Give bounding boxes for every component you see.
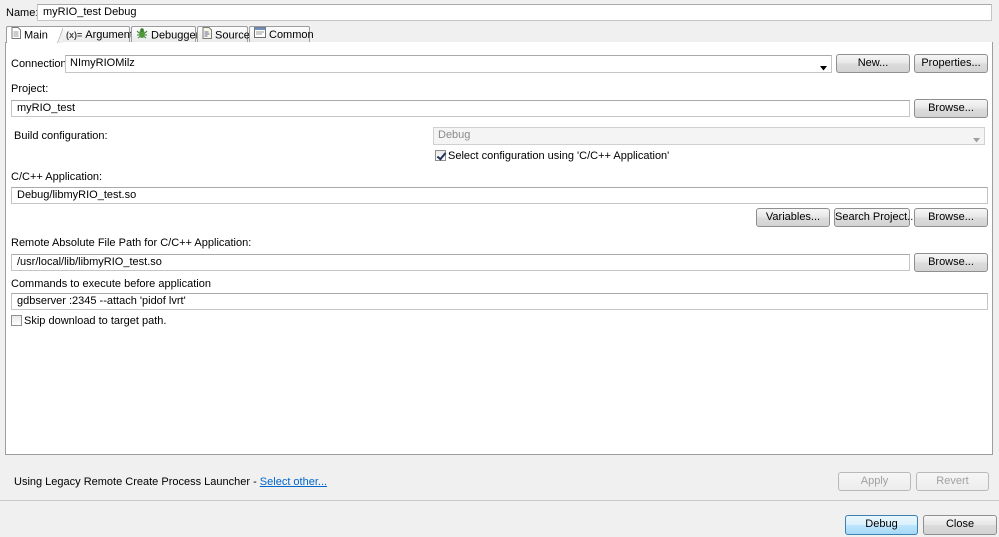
apply-button[interactable]: Apply bbox=[838, 472, 911, 491]
build-config-select[interactable]: Debug bbox=[433, 127, 985, 145]
build-config-label: Build configuration: bbox=[14, 130, 108, 142]
app-browse-button[interactable]: Browse... bbox=[914, 208, 988, 227]
launcher-text: Using Legacy Remote Create Process Launc… bbox=[14, 475, 327, 489]
select-other-link[interactable]: Select other... bbox=[260, 476, 327, 488]
common-icon bbox=[254, 27, 266, 43]
tab-main[interactable]: Main bbox=[6, 26, 60, 43]
name-label: Name: bbox=[6, 7, 39, 19]
chevron-down-icon bbox=[820, 61, 827, 72]
remote-path-label: Remote Absolute File Path for C/C++ Appl… bbox=[11, 237, 252, 249]
project-browse-button[interactable]: Browse... bbox=[914, 99, 988, 118]
project-label: Project: bbox=[11, 83, 49, 95]
commands-input[interactable]: gdbserver :2345 --attach 'pidof lvrt' bbox=[11, 293, 988, 310]
revert-button[interactable]: Revert bbox=[916, 472, 989, 491]
properties-button[interactable]: Properties... bbox=[914, 54, 988, 73]
connection-label: Connection: bbox=[11, 58, 70, 70]
skip-download-label: Skip download to target path. bbox=[24, 315, 167, 327]
app-label: C/C++ Application: bbox=[11, 171, 103, 183]
footer-divider bbox=[0, 500, 999, 501]
main-doc-icon bbox=[11, 27, 21, 44]
search-project-button[interactable]: Search Project... bbox=[834, 208, 916, 227]
project-input[interactable]: myRIO_test bbox=[11, 100, 910, 117]
select-config-label: Select configuration using 'C/C++ Applic… bbox=[448, 150, 670, 162]
skip-download-checkbox[interactable] bbox=[11, 315, 22, 326]
debug-button[interactable]: Debug bbox=[845, 515, 918, 535]
tab-main-label: Main bbox=[24, 29, 48, 42]
commands-label: Commands to execute before application bbox=[11, 278, 211, 290]
new-connection-button[interactable]: New... bbox=[836, 54, 910, 73]
tab-arguments[interactable]: (x)= Arguments bbox=[61, 26, 138, 43]
tab-main-slant bbox=[57, 26, 63, 43]
tab-source[interactable]: Source bbox=[197, 26, 250, 43]
app-input[interactable]: Debug/libmyRIO_test.so bbox=[11, 187, 988, 204]
select-config-checkbox[interactable] bbox=[435, 150, 446, 161]
arguments-icon: (x)= bbox=[66, 30, 83, 41]
tab-common[interactable]: Common bbox=[249, 26, 314, 43]
connection-select[interactable]: NImyRIOMilz bbox=[65, 55, 832, 73]
connection-value: NImyRIOMilz bbox=[70, 57, 135, 69]
tab-debugger-label: Debugger bbox=[151, 29, 200, 42]
close-button[interactable]: Close bbox=[923, 515, 997, 535]
variables-button[interactable]: Variables... bbox=[756, 208, 830, 227]
remote-path-input[interactable]: /usr/local/lib/libmyRIO_test.so bbox=[11, 254, 910, 271]
tab-debugger[interactable]: Debugger bbox=[131, 26, 200, 43]
name-input[interactable]: myRIO_test Debug bbox=[37, 4, 992, 21]
launcher-label: Using Legacy Remote Create Process Launc… bbox=[14, 476, 260, 488]
chevron-down-icon bbox=[973, 133, 980, 144]
build-config-value: Debug bbox=[438, 129, 471, 141]
remote-browse-button[interactable]: Browse... bbox=[914, 253, 988, 272]
tab-source-label: Source bbox=[215, 29, 250, 42]
tab-common-label: Common bbox=[269, 29, 314, 41]
